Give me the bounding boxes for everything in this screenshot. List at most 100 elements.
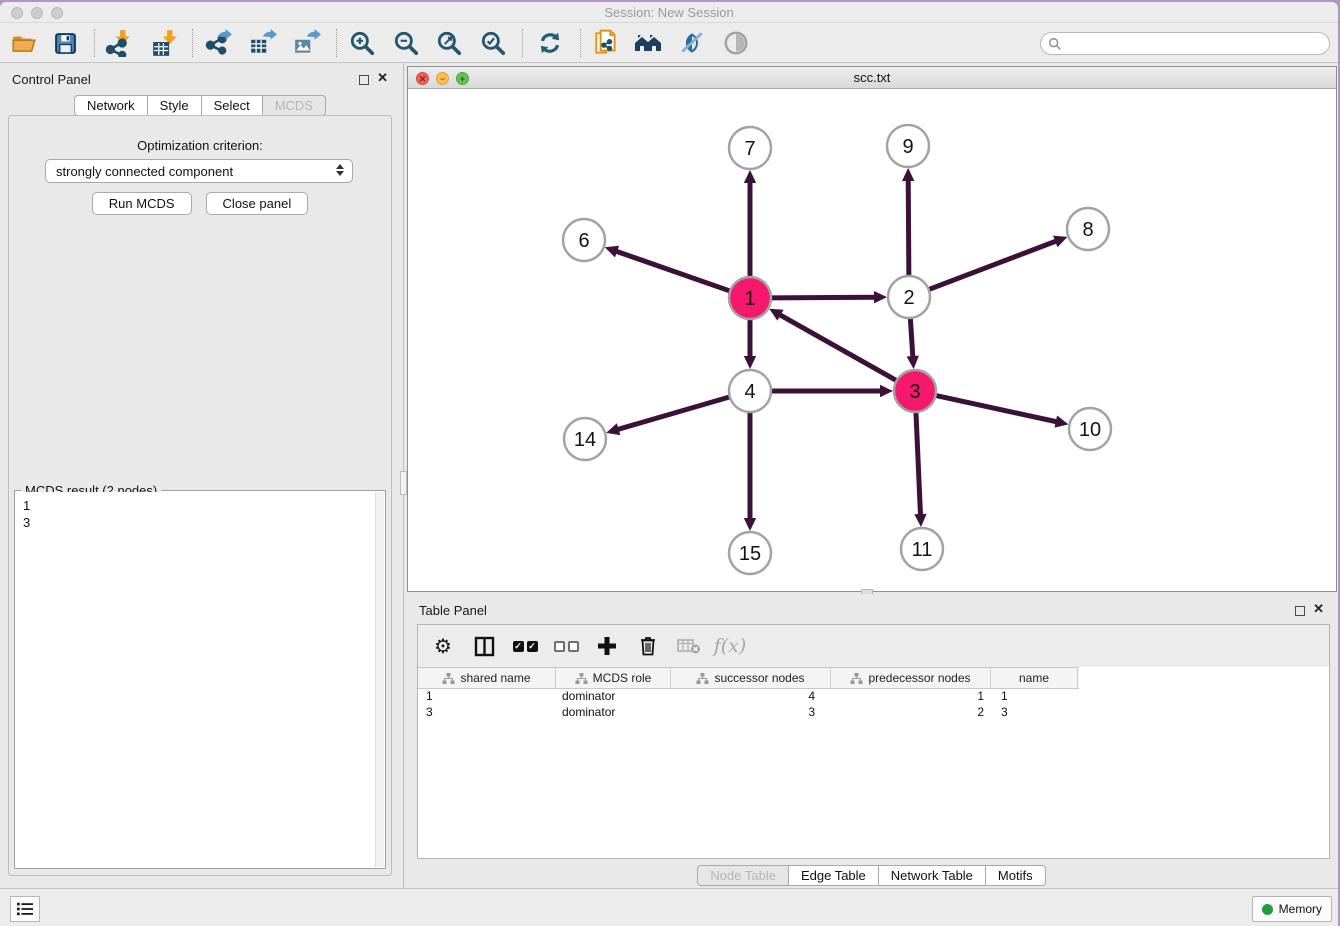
table-panel-float-icon[interactable] bbox=[1295, 606, 1305, 616]
export-network-icon[interactable] bbox=[204, 28, 234, 58]
hide-graphics-details-icon[interactable] bbox=[677, 28, 707, 58]
graph-node-label: 4 bbox=[744, 381, 755, 403]
graph-node-label: 10 bbox=[1079, 419, 1101, 441]
table-cell[interactable]: 2 bbox=[831, 705, 991, 721]
tab-network[interactable]: Network bbox=[74, 95, 148, 116]
search-box[interactable] bbox=[1040, 32, 1330, 55]
control-panel-close-icon[interactable]: ✕ bbox=[377, 70, 388, 86]
graph-edge-arrowhead bbox=[744, 170, 756, 183]
control-panel-float-icon[interactable] bbox=[359, 75, 369, 85]
save-session-icon[interactable] bbox=[50, 28, 80, 58]
network-window-title: scc.txt bbox=[408, 67, 1336, 89]
close-window-icon[interactable] bbox=[11, 7, 23, 19]
export-image-icon[interactable] bbox=[292, 28, 322, 58]
vertical-splitter[interactable] bbox=[400, 63, 407, 888]
mcds-result-list[interactable]: 1 3 bbox=[16, 492, 375, 867]
tab-style[interactable]: Style bbox=[148, 95, 202, 116]
table-cell[interactable]: 4 bbox=[671, 689, 831, 705]
table-panel: Table Panel ✕ ⚙ ✓✓ f(x) bbox=[407, 594, 1336, 888]
column-header-predecessor-nodes[interactable]: predecessor nodes bbox=[831, 668, 991, 688]
table-cell[interactable]: 3 bbox=[671, 705, 831, 721]
add-column-icon[interactable] bbox=[594, 633, 620, 659]
graph-edge-arrowhead bbox=[874, 291, 887, 303]
table-cell[interactable]: 3 bbox=[991, 705, 1078, 721]
graph-edge[interactable] bbox=[916, 412, 921, 516]
minimize-window-icon[interactable] bbox=[31, 7, 43, 19]
mcds-result-line: 3 bbox=[23, 514, 375, 531]
table-cell[interactable]: dominator bbox=[556, 689, 671, 705]
zoom-out-icon[interactable] bbox=[391, 28, 421, 58]
graph-edge[interactable] bbox=[910, 318, 913, 358]
table-cell[interactable]: 1 bbox=[991, 689, 1078, 705]
optimization-criterion-select[interactable]: strongly connected component bbox=[45, 159, 353, 183]
memory-button[interactable]: Memory bbox=[1252, 896, 1332, 922]
table-settings-gear-icon[interactable]: ⚙ bbox=[430, 633, 456, 659]
graph-edge[interactable] bbox=[929, 241, 1058, 290]
toolbar-separator bbox=[192, 29, 193, 57]
maximize-window-icon[interactable] bbox=[51, 7, 63, 19]
column-header-shared-name[interactable]: shared name bbox=[418, 668, 556, 688]
table-toolbar: ⚙ ✓✓ f(x) bbox=[418, 625, 1329, 667]
table-cell[interactable]: 1 bbox=[418, 689, 556, 705]
deselect-all-icon[interactable] bbox=[553, 633, 579, 659]
zoom-in-icon[interactable] bbox=[347, 28, 377, 58]
delete-column-trash-icon[interactable] bbox=[635, 633, 661, 659]
control-panel-tabbar: Network Style Select MCDS bbox=[74, 95, 326, 116]
splitter-grip[interactable] bbox=[400, 471, 407, 495]
column-header-mcds-role[interactable]: MCDS role bbox=[556, 668, 671, 688]
tab-network-table[interactable]: Network Table bbox=[879, 865, 986, 886]
show-all-networks-icon[interactable] bbox=[633, 28, 663, 58]
column-tree-icon bbox=[696, 672, 709, 685]
tab-mcds[interactable]: MCDS bbox=[263, 95, 326, 116]
graph-edge[interactable] bbox=[771, 297, 876, 298]
table-cell[interactable]: dominator bbox=[556, 705, 671, 721]
clone-network-icon[interactable] bbox=[591, 28, 621, 58]
network-view-window: ✕ − + scc.txt 7968124314101511 bbox=[407, 66, 1337, 592]
tab-edge-table[interactable]: Edge Table bbox=[789, 865, 879, 886]
network-window-titlebar[interactable]: ✕ − + scc.txt bbox=[408, 67, 1336, 89]
table-row[interactable]: 3dominator323 bbox=[418, 705, 1329, 721]
table-panel-close-icon[interactable]: ✕ bbox=[1313, 601, 1324, 617]
table-cell[interactable]: 3 bbox=[418, 705, 556, 721]
graph-edge[interactable] bbox=[779, 314, 897, 380]
node-table: shared name MCDS role successor nodes pr… bbox=[418, 667, 1329, 858]
search-input[interactable] bbox=[1062, 37, 1329, 51]
dropdown-arrows-icon bbox=[336, 164, 344, 176]
close-panel-button[interactable]: Close panel bbox=[206, 192, 309, 215]
column-visibility-icon[interactable] bbox=[471, 633, 497, 659]
graph-edge[interactable] bbox=[936, 395, 1058, 422]
network-minimize-icon[interactable]: − bbox=[436, 72, 449, 85]
network-canvas[interactable]: 7968124314101511 bbox=[408, 89, 1336, 591]
column-tree-icon bbox=[850, 672, 863, 685]
list-icon bbox=[16, 901, 34, 917]
network-maximize-icon[interactable]: + bbox=[456, 72, 469, 85]
table-cell[interactable]: 1 bbox=[831, 689, 991, 705]
table-row[interactable]: 1dominator411 bbox=[418, 689, 1329, 705]
graph-edge[interactable] bbox=[617, 397, 730, 430]
task-history-button[interactable] bbox=[10, 896, 40, 922]
tab-motifs[interactable]: Motifs bbox=[986, 865, 1046, 886]
graph-edge[interactable] bbox=[908, 179, 909, 276]
result-scrollbar[interactable] bbox=[375, 492, 384, 867]
select-all-icon[interactable]: ✓✓ bbox=[512, 633, 538, 659]
graph-node-label: 1 bbox=[744, 288, 755, 310]
zoom-fit-icon[interactable] bbox=[434, 28, 464, 58]
refresh-icon[interactable] bbox=[535, 28, 565, 58]
graph-edge[interactable] bbox=[615, 251, 730, 291]
open-session-icon[interactable] bbox=[9, 28, 39, 58]
graph-node-label: 11 bbox=[912, 539, 933, 561]
run-mcds-button[interactable]: Run MCDS bbox=[92, 192, 192, 215]
export-table-icon[interactable] bbox=[248, 28, 278, 58]
column-tree-icon bbox=[575, 672, 588, 685]
network-close-icon[interactable]: ✕ bbox=[416, 72, 429, 85]
session-title: Session: New Session bbox=[0, 2, 1338, 23]
zoom-selected-icon[interactable] bbox=[478, 28, 508, 58]
tab-node-table[interactable]: Node Table bbox=[697, 865, 789, 886]
graph-node-label: 2 bbox=[903, 287, 914, 309]
column-header-name[interactable]: name bbox=[991, 668, 1078, 688]
graph-node-label: 9 bbox=[902, 136, 913, 158]
import-network-icon[interactable] bbox=[104, 28, 134, 58]
tab-select[interactable]: Select bbox=[202, 95, 263, 116]
import-table-icon[interactable] bbox=[151, 28, 181, 58]
column-header-successor-nodes[interactable]: successor nodes bbox=[671, 668, 831, 688]
